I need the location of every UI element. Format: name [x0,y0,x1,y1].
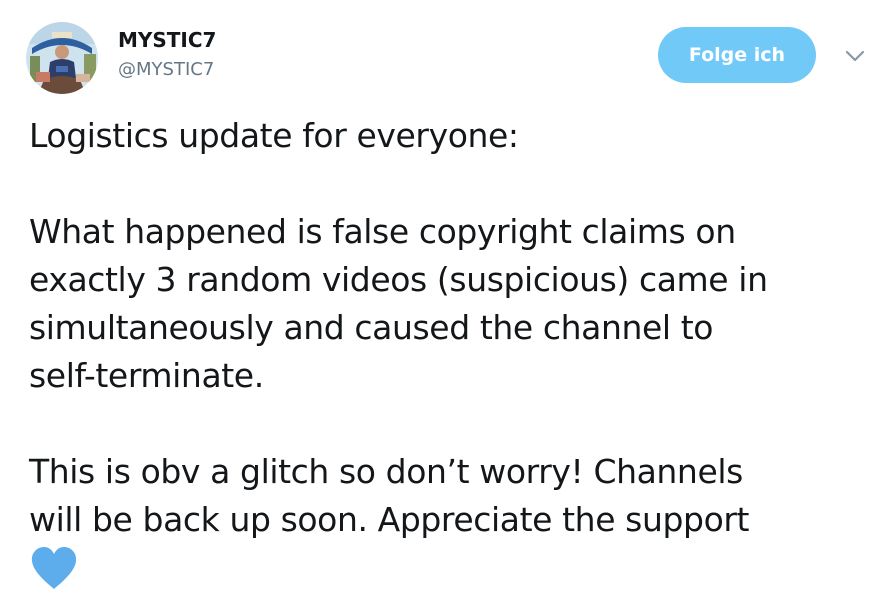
tweet-line: simultaneously and caused the channel to [29,308,714,347]
user-handle[interactable]: @MYSTIC7 [118,59,214,81]
tweet-line: Logistics update for everyone: [29,116,519,155]
tweet-card: MYSTIC7 @MYSTIC7 Folge ich Logistics upd… [0,0,888,599]
tweet-line: What happened is false copyright claims … [29,212,736,251]
tweet-line: will be back up soon. Appreciate the sup… [29,500,750,539]
tweet-line: exactly 3 random videos (suspicious) cam… [29,260,768,299]
tweet-line: self-terminate. [29,356,264,395]
more-options-button[interactable] [844,48,866,62]
display-name[interactable]: MYSTIC7 [118,28,216,52]
follow-button[interactable]: Folge ich [658,27,816,83]
avatar-image [26,22,98,94]
tweet-line: This is obv a glitch so don’t worry! Cha… [29,452,743,491]
blue-heart-icon [29,545,79,591]
chevron-down-icon [845,50,865,62]
avatar[interactable] [26,22,98,94]
tweet-text: Logistics update for everyone: What happ… [29,112,879,544]
